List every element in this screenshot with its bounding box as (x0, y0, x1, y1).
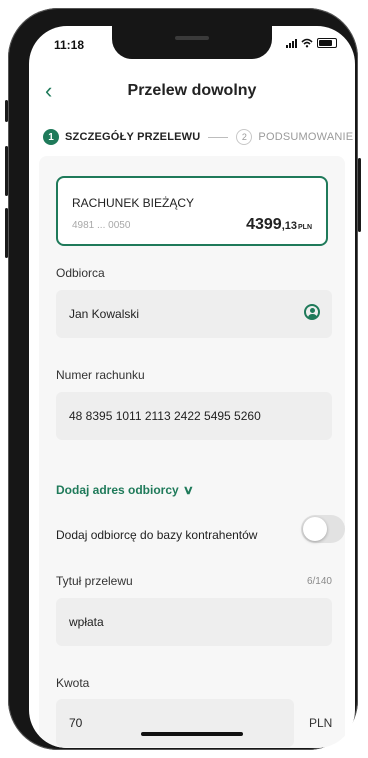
power-button (358, 158, 361, 232)
amount-value: 70 (69, 716, 83, 730)
mute-switch (5, 100, 8, 122)
status-time: 11:18 (54, 38, 85, 52)
account-number-field[interactable]: 48 8395 1011 2113 2422 5495 5260 (56, 392, 332, 440)
header: ‹ Przelew dowolny (29, 78, 355, 108)
recipient-value: Jan Kowalski (69, 307, 140, 321)
account-number: 4981 ... 0050 (72, 220, 131, 231)
speaker (175, 36, 209, 40)
add-address-label: Dodaj adres odbiorcy (56, 483, 179, 497)
balance-currency: PLN (298, 224, 312, 231)
balance-decimal: ,13 (281, 220, 297, 232)
recipient-label: Odbiorca (56, 266, 105, 280)
status-icons (286, 38, 337, 48)
transfer-title-label: Tytuł przelewu (56, 574, 133, 588)
add-to-contacts-label: Dodaj odbiorcę do bazy kontrahentów (56, 528, 258, 542)
transfer-title-counter: 6/140 (306, 576, 332, 587)
transfer-form: RACHUNEK BIEŻĄCY 4981 ... 0050 4399,13PL… (39, 156, 345, 748)
step-divider (208, 136, 229, 138)
account-balance: 4399,13PLN (246, 216, 312, 234)
home-indicator[interactable] (141, 732, 243, 736)
add-to-contacts-toggle[interactable] (301, 515, 345, 543)
transfer-title-field[interactable]: wpłata (56, 598, 332, 646)
balance-integer: 4399 (246, 216, 282, 233)
recipient-field[interactable]: Jan Kowalski (56, 290, 332, 338)
notch (112, 26, 272, 59)
toggle-knob (303, 517, 327, 541)
wifi-icon (301, 38, 313, 48)
step-1-label: SZCZEGÓŁY PRZELEWU (65, 131, 201, 143)
account-number-label: Numer rachunku (56, 368, 145, 382)
account-number-value: 48 8395 1011 2113 2422 5495 5260 (69, 409, 261, 423)
amount-label: Kwota (56, 676, 90, 690)
phone-screen: 11:18 ‹ Przelew dowolny 1 SZCZEGÓŁY PRZE… (29, 26, 355, 748)
account-card[interactable]: RACHUNEK BIEŻĄCY 4981 ... 0050 4399,13PL… (56, 176, 328, 246)
step-1-number: 1 (43, 129, 59, 145)
stepper: 1 SZCZEGÓŁY PRZELEWU 2 PODSUMOWANIE (29, 126, 355, 148)
account-name: RACHUNEK BIEŻĄCY (72, 196, 195, 210)
transfer-title-value: wpłata (69, 615, 104, 629)
battery-icon (317, 38, 337, 48)
user-circle-icon[interactable] (304, 304, 320, 320)
amount-field[interactable]: 70 (56, 699, 294, 747)
add-address-link[interactable]: Dodaj adres odbiorcy ∨ (56, 483, 194, 497)
volume-down-button (5, 208, 8, 258)
step-2-label: PODSUMOWANIE (258, 131, 354, 143)
volume-up-button (5, 146, 8, 196)
chevron-down-icon: ∨ (182, 483, 194, 497)
page-title: Przelew dowolny (127, 82, 257, 99)
signal-icon (286, 38, 297, 48)
phone-frame: 11:18 ‹ Przelew dowolny 1 SZCZEGÓŁY PRZE… (5, 8, 361, 750)
amount-currency: PLN (309, 716, 333, 730)
step-2-number: 2 (236, 129, 253, 145)
